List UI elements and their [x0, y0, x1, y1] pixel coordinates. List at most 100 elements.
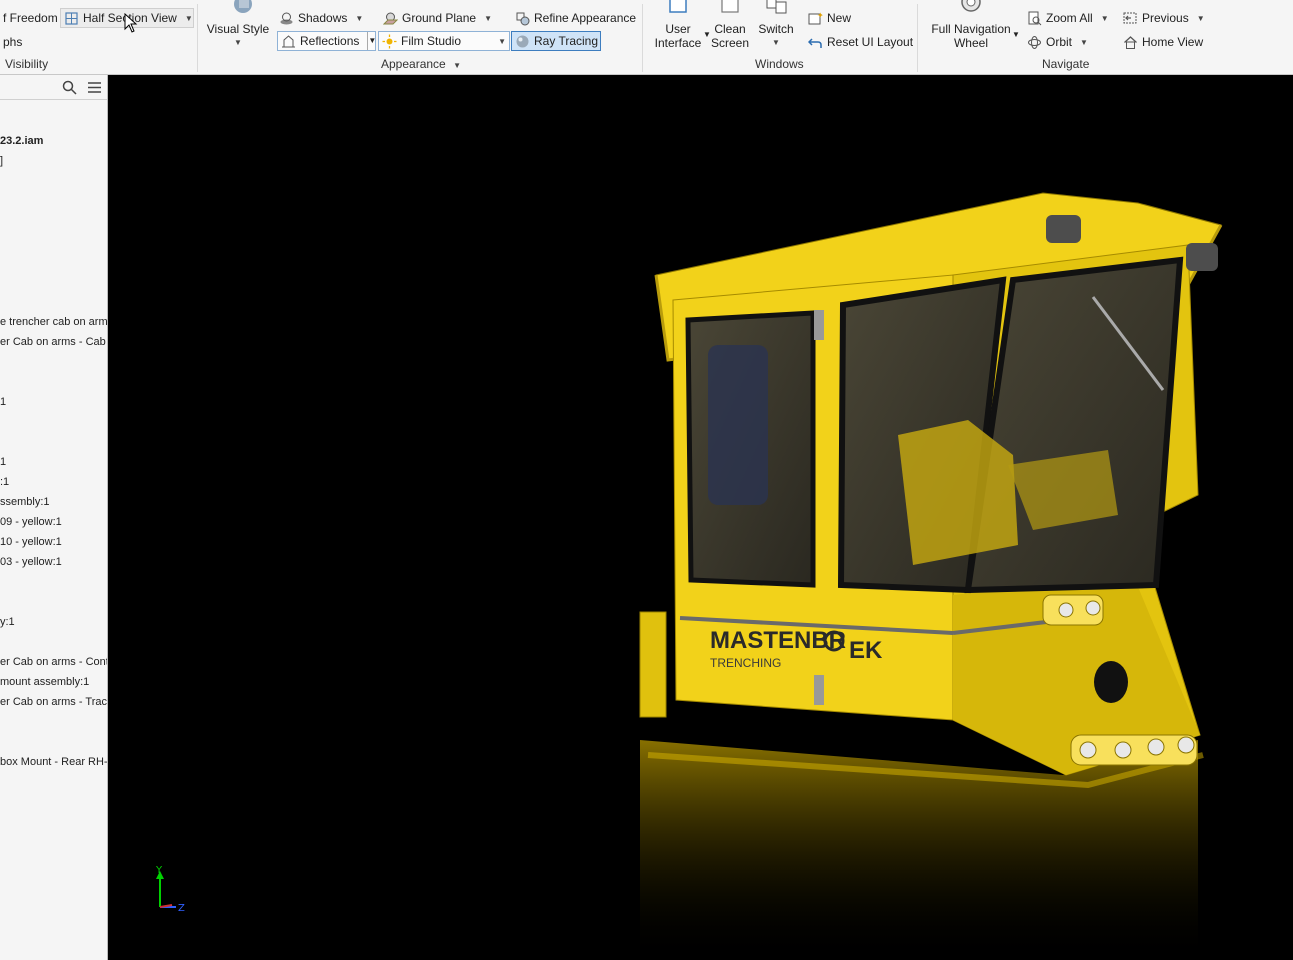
clean-screen-icon: [715, 0, 745, 20]
chevron-down-icon[interactable]: ▼: [367, 32, 376, 50]
menu-icon[interactable]: [87, 80, 102, 98]
home-view-button[interactable]: Home View: [1120, 32, 1206, 52]
tree-item[interactable]: er Cab on arms - Track: [0, 694, 107, 710]
ray-tracing-button[interactable]: Ray Tracing: [511, 31, 601, 51]
home-icon: [1123, 35, 1138, 50]
floor-reflection: [640, 740, 1204, 960]
user-interface-icon: [663, 0, 693, 20]
user-interface-button[interactable]: User Interface: [651, 0, 705, 50]
tree-root-assembly[interactable]: 23.2.iam: [0, 133, 43, 149]
full-navigation-wheel-button[interactable]: Full Navigation Wheel: [926, 0, 1016, 50]
refine-appearance-icon: [515, 11, 530, 26]
glyphs-button[interactable]: phs: [0, 32, 25, 52]
switch-button[interactable]: Switch ▼: [756, 0, 796, 50]
tree-item[interactable]: y:1: [0, 614, 15, 630]
home-view-label: Home View: [1142, 35, 1204, 49]
tree-item[interactable]: ssembly:1: [0, 494, 50, 510]
tree-item[interactable]: box Mount - Rear RH-2: [0, 754, 107, 770]
windows-group: User Interface ▼ Clean Screen Switch ▼ ✦…: [643, 0, 917, 75]
film-studio-dropdown[interactable]: Film Studio ▼: [378, 31, 510, 51]
model-browser-panel: 23.2.iam ] e trencher cab on arms er Cab…: [0, 75, 108, 960]
shadows-button[interactable]: Shadows ▼: [276, 8, 366, 28]
mouse-cursor-icon: [124, 13, 138, 33]
tree-item[interactable]: er Cab on arms - Cab S: [0, 334, 107, 350]
tree-item[interactable]: 09 - yellow:1: [0, 514, 62, 530]
ground-plane-label: Ground Plane: [402, 11, 477, 25]
chevron-down-icon: ▼: [234, 38, 242, 47]
new-window-button[interactable]: ✦ New: [805, 8, 854, 28]
windows-group-label: Windows: [755, 57, 804, 71]
section-view-icon: [64, 11, 79, 26]
reset-arrow-icon: [807, 35, 823, 50]
zoom-all-button[interactable]: Zoom All ▼: [1024, 8, 1112, 28]
visibility-group-label: Visibility: [5, 57, 49, 71]
chevron-down-icon: ▼: [1196, 13, 1205, 23]
refine-appearance-button[interactable]: Refine Appearance: [512, 8, 639, 28]
chevron-down-icon: ▼: [1100, 13, 1109, 23]
clean-screen-label-2: Screen: [710, 36, 750, 50]
reflections-label: Reflections: [300, 34, 360, 48]
ribbon: f Freedom Half Section View ▼ phs Visibi…: [0, 0, 1293, 75]
tree-item[interactable]: ]: [0, 153, 3, 169]
view-triad-icon[interactable]: Y Z: [148, 865, 208, 915]
switch-windows-icon: [761, 0, 791, 20]
brand-logo-text-end: EK: [849, 637, 883, 664]
chevron-down-icon[interactable]: ▼: [185, 14, 193, 23]
tree-item[interactable]: mount assembly:1: [0, 674, 89, 690]
ground-plane-button[interactable]: Ground Plane ▼: [380, 8, 495, 28]
zoom-all-label: Zoom All: [1046, 11, 1093, 25]
tree-item[interactable]: 1: [0, 394, 6, 410]
new-window-icon: ✦: [808, 11, 824, 26]
tree-item[interactable]: 03 - yellow:1: [0, 554, 62, 570]
reset-ui-layout-button[interactable]: Reset UI Layout: [805, 32, 916, 52]
reflections-button[interactable]: Reflections ▼: [277, 31, 376, 51]
chevron-down-icon: ▼: [453, 61, 461, 70]
visual-style-button[interactable]: Visual Style ▼: [206, 0, 270, 50]
svg-text:✦: ✦: [817, 11, 823, 20]
reset-ui-layout-label: Reset UI Layout: [827, 35, 914, 49]
clean-screen-label-1: Clean: [714, 22, 746, 36]
tree-item[interactable]: er Cab on arms - Contr: [0, 654, 107, 670]
chevron-down-icon[interactable]: ▼: [1012, 30, 1020, 39]
search-icon[interactable]: [62, 80, 77, 98]
navigate-group-label: Navigate: [1042, 57, 1090, 71]
navigation-wheel-icon: [956, 0, 986, 20]
cab-port-hole: [1094, 661, 1128, 703]
appearance-group-title: Appearance: [381, 57, 446, 71]
visual-style-icon: [223, 0, 253, 20]
graphics-viewport[interactable]: MASTENBR EK TRENCHING Y Z: [108, 75, 1293, 960]
user-interface-label-1: User: [665, 22, 691, 36]
shadows-label: Shadows: [298, 11, 348, 25]
clean-screen-button[interactable]: Clean Screen: [709, 0, 751, 50]
cab-model-render: MASTENBR EK TRENCHING: [639, 192, 1223, 960]
user-interface-label-2: Interface: [654, 36, 702, 50]
appearance-group: Visual Style ▼ Shadows ▼ Reflections ▼ G…: [198, 0, 642, 75]
chevron-down-icon: ▼: [355, 13, 364, 23]
tree-item[interactable]: 1: [0, 454, 6, 470]
orbit-button[interactable]: Orbit ▼: [1024, 32, 1091, 52]
previous-view-button[interactable]: Previous ▼: [1120, 8, 1208, 28]
full-navigation-label-1: Full Navigation: [931, 22, 1011, 36]
degrees-of-freedom-button[interactable]: f Freedom: [0, 8, 61, 28]
orbit-label: Orbit: [1046, 35, 1073, 49]
visibility-group: f Freedom Half Section View ▼ phs Visibi…: [0, 0, 197, 75]
chevron-down-icon: ▼: [772, 38, 780, 47]
tree-item[interactable]: :1: [0, 474, 9, 490]
reflections-icon: [281, 34, 296, 49]
triad-z-label: Z: [178, 903, 185, 914]
browser-header: [0, 75, 107, 100]
glyphs-label: phs: [3, 35, 23, 49]
appearance-group-label[interactable]: Appearance ▼: [381, 57, 461, 71]
film-studio-icon: [382, 34, 397, 49]
roof-light: [1186, 243, 1218, 271]
navigate-group: Full Navigation Wheel ▼ Zoom All ▼ Orbit…: [918, 0, 1218, 75]
chevron-down-icon[interactable]: ▼: [498, 37, 506, 46]
previous-view-icon: [1123, 11, 1138, 26]
tree-item[interactable]: 10 - yellow:1: [0, 534, 62, 550]
full-navigation-label-2: Wheel: [953, 36, 988, 50]
shadows-icon: [279, 11, 294, 26]
tree-item[interactable]: e trencher cab on arms: [0, 314, 107, 330]
ray-tracing-icon: [515, 34, 530, 49]
film-studio-label: Film Studio: [401, 34, 462, 48]
orbit-icon: [1027, 35, 1042, 50]
